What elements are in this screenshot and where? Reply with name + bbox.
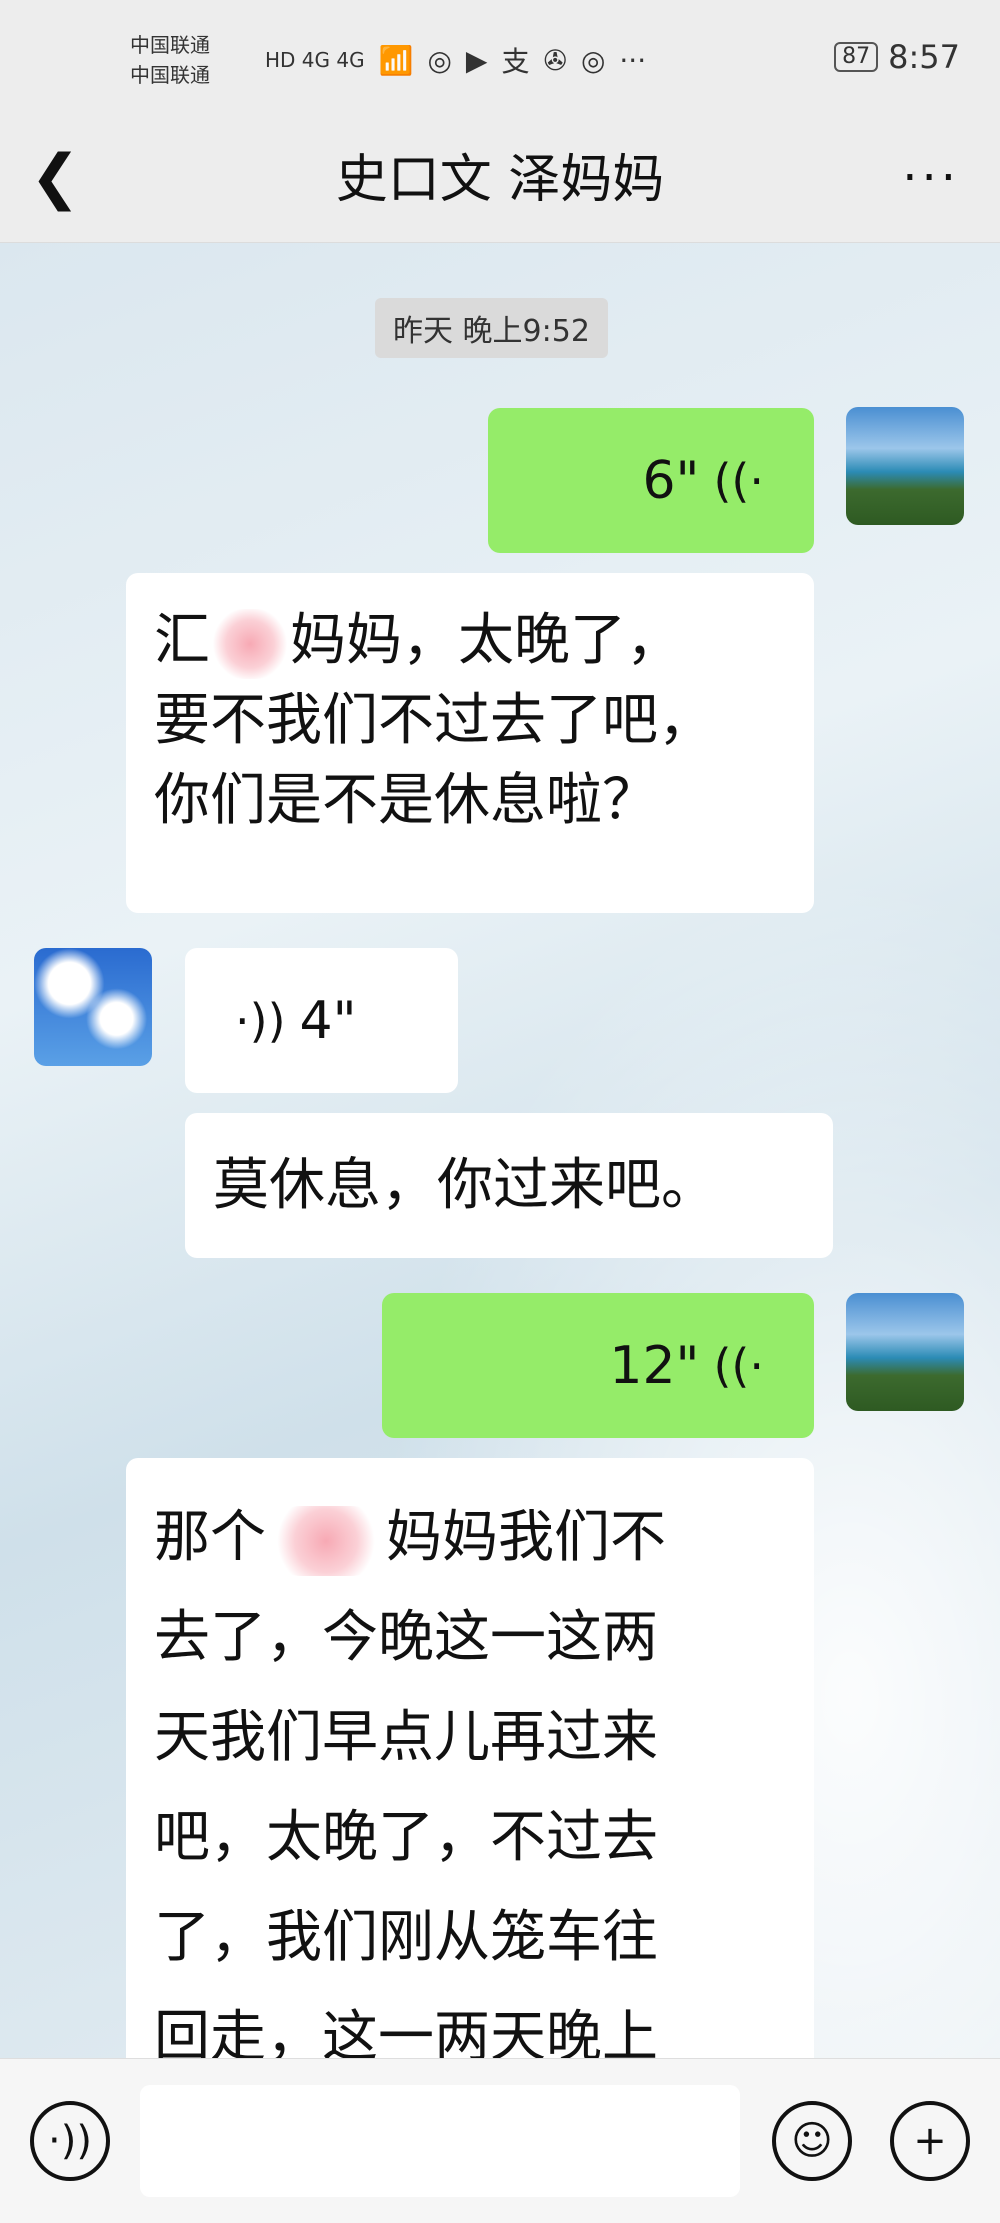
app-notification-icon: ◎ (427, 43, 452, 77)
timestamp: 昨天 晚上9:52 (375, 298, 608, 358)
self-avatar[interactable] (846, 407, 964, 525)
message-line: 那个 妈妈我们不 (154, 1488, 786, 1588)
chat-area[interactable]: 昨天 晚上9:52 6" ((· 汇妈妈，太晚了， 要不我们不过去了吧， 你们是… (0, 243, 1000, 2058)
plus-icon[interactable]: + (890, 2101, 970, 2181)
voice-toggle-icon[interactable]: ·)) (30, 2101, 110, 2181)
chat-title: 史口文 泽妈妈 (335, 150, 665, 210)
status-icons: HD 4G 4G 📶 ◎ ▶ 支 ✇ ◎ ··· (265, 40, 646, 80)
emoji-icon[interactable]: ☺ (772, 2101, 852, 2181)
alipay-icon: 支 (501, 45, 530, 78)
voice-message-received[interactable]: ·)) 4" (185, 948, 458, 1093)
message-line: 回走，这一两天晚上 (154, 2005, 658, 2058)
network-indicator: HD 4G 4G (265, 48, 365, 72)
text-message-received[interactable]: 莫休息，你过来吧。 (185, 1113, 833, 1258)
more-dots-icon[interactable]: ··· (902, 138, 960, 218)
message-line: 要不我们不过去了吧， (154, 688, 714, 753)
message-line: 去了，今晚这一这两 (154, 1605, 658, 1670)
text-message-received[interactable]: 那个 妈妈我们不 去了，今晚这一这两 天我们早点儿再过来 吧，太晚了，不过去 了，… (126, 1458, 814, 2058)
self-avatar[interactable] (846, 1293, 964, 1411)
status-bar: 中国联通 中国联通 HD 4G 4G 📶 ◎ ▶ 支 ✇ ◎ ··· 87 8:… (0, 0, 1000, 120)
text-message-received[interactable]: 汇妈妈，太晚了， 要不我们不过去了吧， 你们是不是休息啦？ (126, 573, 814, 913)
app-icon: ✇ (543, 43, 567, 77)
message-line: 汇妈妈，太晚了， (154, 601, 786, 681)
message-line: 吧，太晚了，不过去 (154, 1805, 658, 1870)
app-icon: ◎ (580, 43, 606, 77)
message-text: 莫休息，你过来吧。 (213, 1152, 717, 1218)
voice-wave-icon: ·)) (235, 993, 286, 1048)
more-notifications-icon: ··· (619, 43, 647, 77)
battery-icon: 87 (834, 42, 879, 72)
voice-wave-icon: ((· (713, 453, 764, 508)
voice-message-sent[interactable]: 6" ((· (488, 408, 814, 553)
carrier-1: 中国联通 (130, 33, 210, 57)
message-line: 天我们早点儿再过来 (154, 1705, 658, 1770)
input-bar: ·)) ☺ + (0, 2058, 1000, 2223)
carrier-2: 中国联通 (130, 63, 210, 87)
clock: 8:57 (888, 38, 960, 76)
carrier-info: 中国联通 中国联通 (130, 30, 210, 90)
voice-duration: 12" (609, 1335, 700, 1396)
message-line: 你们是不是休息啦？ (154, 768, 658, 833)
redaction-mark (266, 1505, 386, 1576)
voice-duration: 4" (299, 990, 357, 1051)
chat-header: ❮ 史口文 泽妈妈 ··· (0, 120, 1000, 243)
video-app-icon: ▶ (465, 43, 488, 77)
wifi-icon: 📶 (378, 43, 414, 77)
voice-wave-icon: ((· (713, 1338, 764, 1393)
message-input[interactable] (140, 2085, 740, 2197)
voice-duration: 6" (642, 450, 700, 511)
message-line: 了，我们刚从笼车往 (154, 1905, 658, 1970)
voice-message-sent[interactable]: 12" ((· (382, 1293, 814, 1438)
status-right: 87 8:57 (834, 38, 960, 76)
redaction-mark (210, 608, 290, 679)
contact-avatar[interactable] (34, 948, 152, 1066)
